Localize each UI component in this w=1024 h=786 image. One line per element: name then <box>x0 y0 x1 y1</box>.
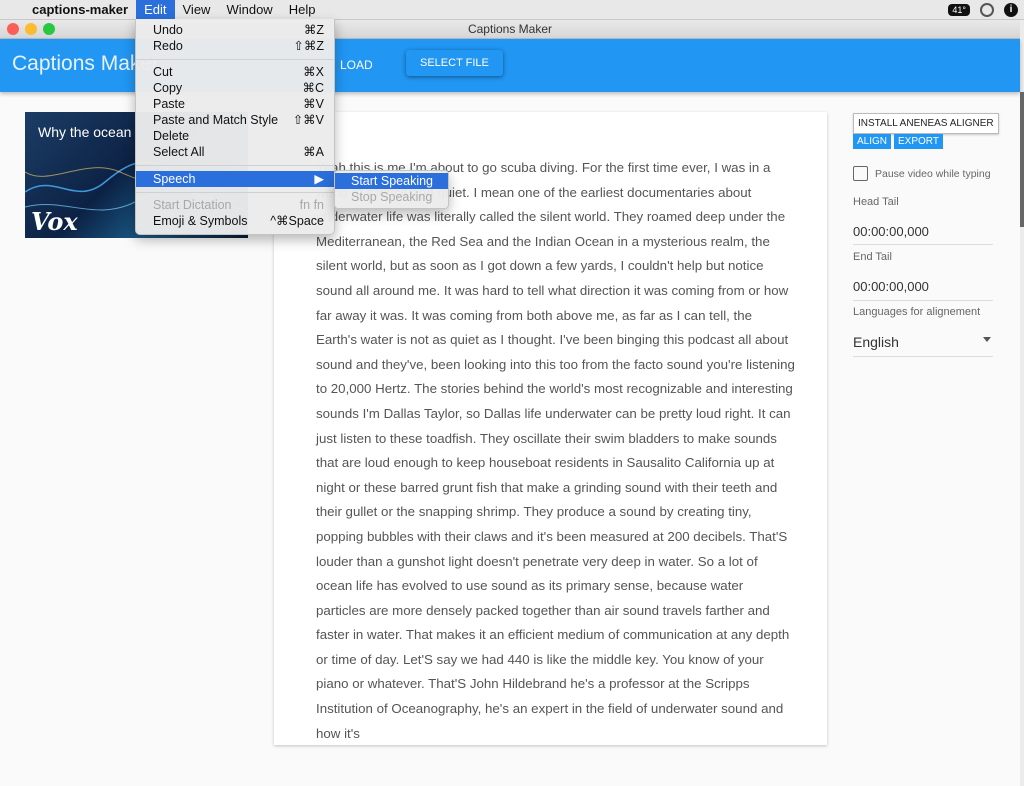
pause-video-label: Pause video while typing <box>875 168 991 180</box>
minimize-window-button[interactable] <box>25 23 37 35</box>
dropdown-arrow-icon[interactable] <box>983 337 991 342</box>
video-title: Why the ocean <box>38 124 132 140</box>
head-tail-input[interactable]: 00:00:00,000 <box>853 224 929 239</box>
speech-submenu: Start Speaking Stop Speaking <box>334 170 449 209</box>
vox-logo: Vox <box>31 207 78 236</box>
creative-cloud-icon[interactable] <box>980 2 994 17</box>
menu-item-start-dictation: Start Dictation fn fn <box>153 198 324 212</box>
head-tail-underline <box>853 244 993 245</box>
menu-item-undo[interactable]: Undo ⌘Z <box>136 22 334 38</box>
menu-separator <box>136 165 334 166</box>
menu-edit[interactable]: Edit <box>136 0 175 19</box>
menu-window[interactable]: Window <box>218 0 280 19</box>
pause-video-checkbox[interactable] <box>853 166 868 181</box>
language-select[interactable]: English <box>853 334 899 350</box>
install-aligner-button[interactable]: INSTALL ANENEAS ALIGNER <box>853 113 999 134</box>
menu-item-paste-match-style[interactable]: Paste and Match Style ⇧⌘V <box>136 112 334 128</box>
info-icon[interactable]: i <box>1004 2 1018 17</box>
transcript-text[interactable]: Yeah this is me I'm about to go scuba di… <box>316 156 796 745</box>
menu-item-cut[interactable]: Cut ⌘X <box>136 64 334 80</box>
zoom-window-button[interactable] <box>43 23 55 35</box>
edit-menu: Undo ⌘Z Redo ⇧⌘Z Cut ⌘X Copy ⌘C Paste ⌘V Past… <box>135 19 335 235</box>
head-tail-label: Head Tail <box>853 196 899 208</box>
end-tail-underline <box>853 300 993 301</box>
menu-item-start-speaking[interactable]: Start Speaking <box>335 173 448 189</box>
menu-item-paste[interactable]: Paste ⌘V <box>136 96 334 112</box>
load-button[interactable]: LOAD <box>333 52 380 78</box>
select-file-button[interactable]: SELECT FILE <box>406 50 503 76</box>
align-button[interactable]: ALIGN <box>853 134 892 149</box>
menu-help[interactable]: Help <box>281 0 324 19</box>
menu-view[interactable]: View <box>175 0 219 19</box>
weather-widget[interactable]: 41° <box>948 3 970 16</box>
window-scrollbar[interactable] <box>1020 92 1024 227</box>
submenu-arrow-icon: ▶ <box>314 172 324 186</box>
menu-item-copy[interactable]: Copy ⌘C <box>136 80 334 96</box>
end-tail-label: End Tail <box>853 251 892 263</box>
menu-item-emoji-symbols[interactable]: Emoji & Symbols ^⌘Space <box>136 213 334 229</box>
language-underline <box>853 356 993 357</box>
export-button[interactable]: EXPORT <box>894 134 943 149</box>
status-area: 41° i <box>948 0 1018 19</box>
menu-item-redo[interactable]: Redo ⇧⌘Z <box>136 38 334 54</box>
menu-separator <box>136 59 334 60</box>
window-title: Captions Maker <box>467 22 553 36</box>
end-tail-input[interactable]: 00:00:00,000 <box>853 279 929 294</box>
menu-item-stop-speaking: Stop Speaking <box>351 190 433 204</box>
close-window-button[interactable] <box>7 23 19 35</box>
languages-label: Languages for alignement <box>853 306 981 318</box>
app-menu[interactable]: captions-maker <box>24 0 136 19</box>
menu-separator <box>136 192 334 193</box>
menu-item-delete[interactable]: Delete <box>136 128 334 144</box>
menu-item-select-all[interactable]: Select All ⌘A <box>136 144 334 160</box>
window-controls <box>7 23 55 35</box>
menu-item-speech[interactable]: Speech ▶ <box>136 171 334 187</box>
menu-bar: captions-maker Edit View Window Help 41°… <box>0 0 1024 20</box>
